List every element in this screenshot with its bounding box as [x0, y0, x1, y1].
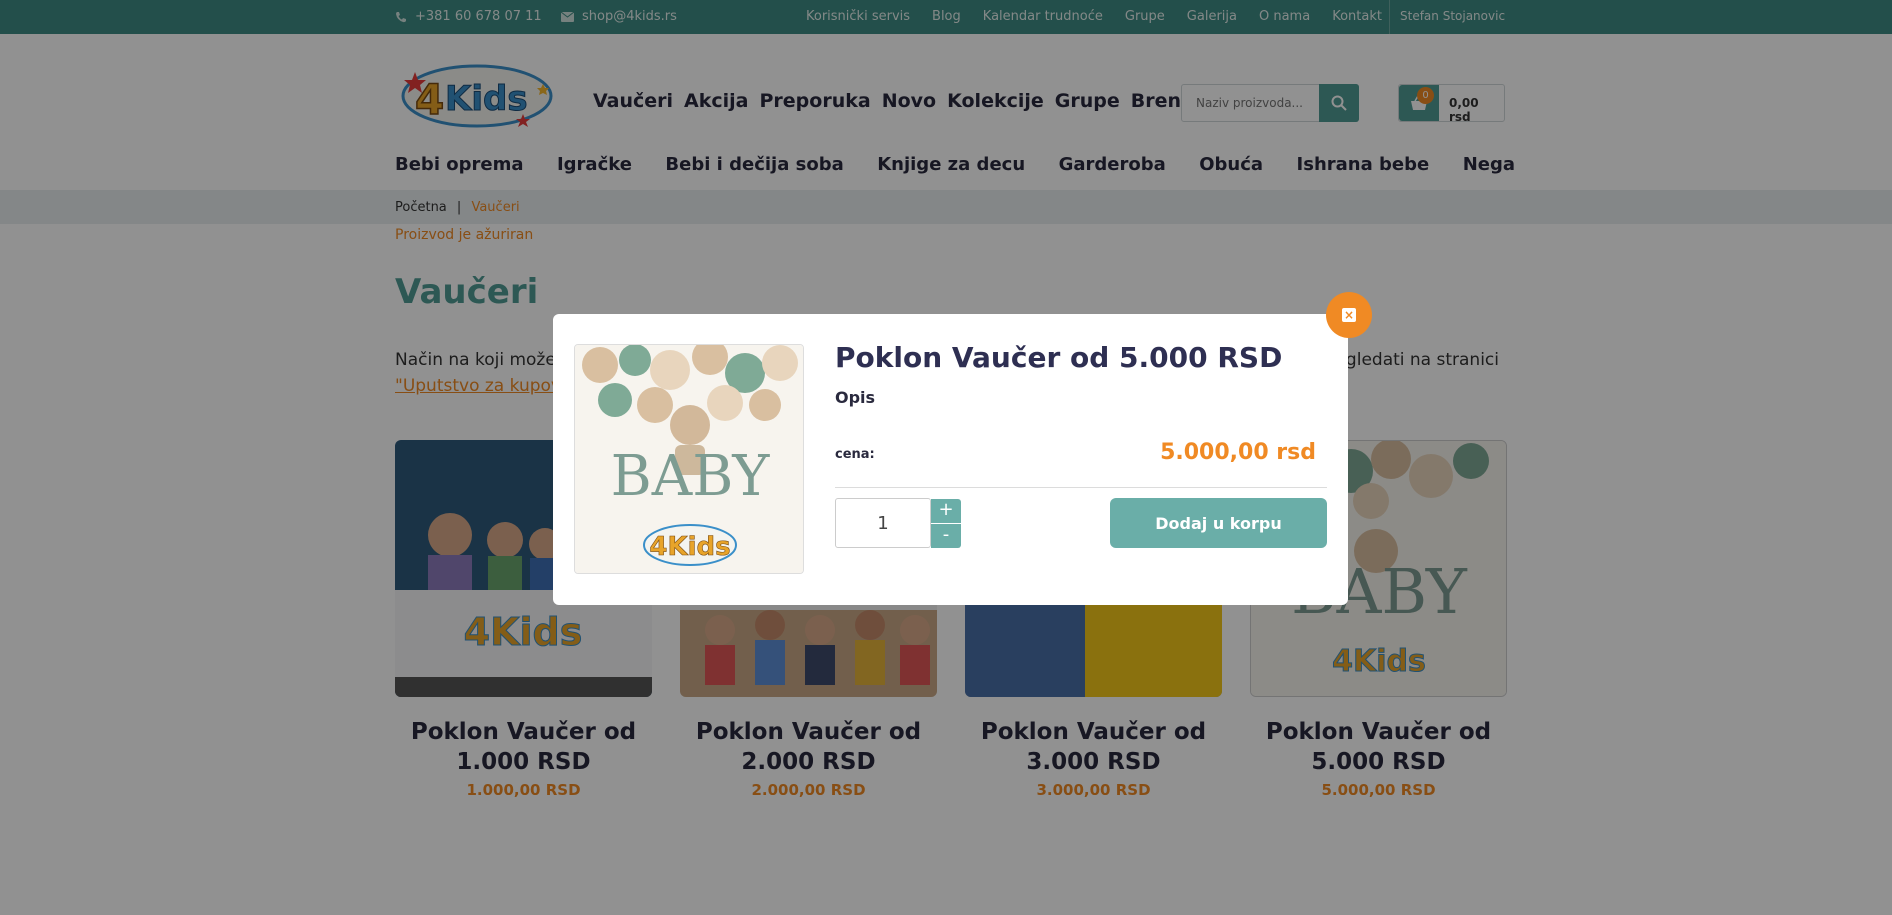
modal-product-image: BABY 4Kids — [574, 344, 804, 574]
quantity-input[interactable] — [836, 499, 930, 547]
quantity-decrease-button[interactable]: - — [931, 524, 961, 548]
svg-text:4Kids: 4Kids — [649, 532, 730, 562]
quantity-field — [835, 498, 931, 548]
close-icon: × — [1342, 308, 1356, 322]
modal-close-button[interactable]: × — [1326, 292, 1372, 338]
svg-text:BABY: BABY — [611, 444, 771, 509]
divider — [835, 487, 1327, 488]
quantity-increase-button[interactable]: + — [931, 499, 961, 523]
modal-price-label: cena: — [835, 447, 875, 462]
quick-view-modal: BABY 4Kids Poklon Vaučer od 5.000 RSD Op… — [553, 314, 1348, 605]
modal-title: Poklon Vaučer od 5.000 RSD — [835, 341, 1283, 374]
modal-description-label: Opis — [835, 388, 876, 407]
add-to-cart-button[interactable]: Dodaj u korpu — [1110, 498, 1327, 548]
modal-price: 5.000,00 rsd — [1160, 440, 1316, 465]
